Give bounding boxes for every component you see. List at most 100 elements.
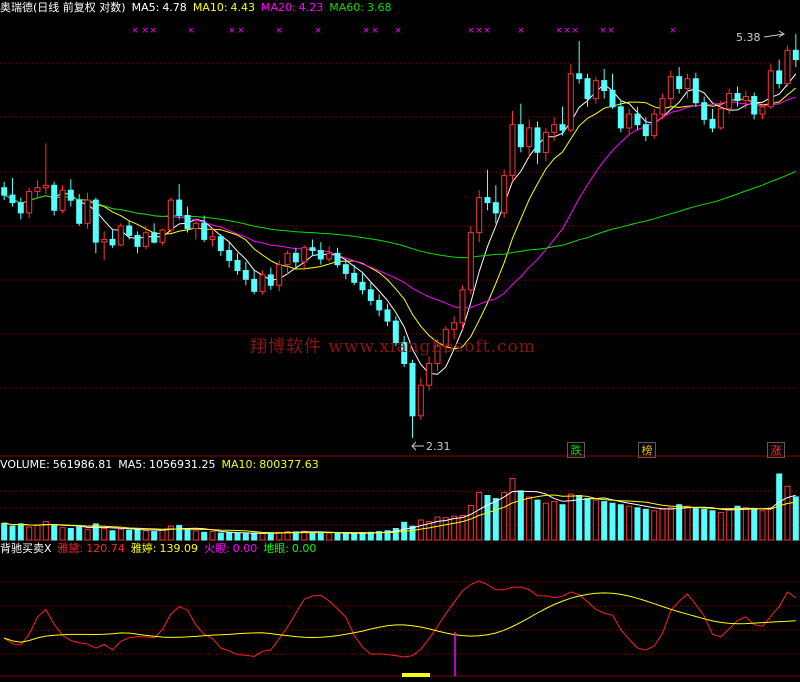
candle-down <box>576 73 583 80</box>
candle-down <box>634 113 641 126</box>
volume-bars <box>1 473 799 541</box>
volume-value: 561986.81 <box>52 458 113 471</box>
candle-up <box>42 184 49 189</box>
volume-bar-up <box>626 505 633 541</box>
candle-down <box>67 189 74 201</box>
candle-up <box>117 225 124 246</box>
volume-bar-down <box>351 532 358 541</box>
indicator-lines <box>3 580 797 677</box>
candle-down <box>267 274 274 286</box>
candle-up <box>209 236 216 240</box>
candle-down <box>709 118 716 129</box>
volume-bar-down <box>9 525 16 541</box>
volume-bar-down <box>76 526 83 541</box>
candle-up <box>276 264 283 286</box>
signal-marker: × <box>517 26 525 36</box>
candle-up <box>167 199 174 231</box>
signal-marker: × <box>475 26 483 36</box>
volume-bar-down <box>342 533 349 541</box>
signal-marker: × <box>131 26 139 36</box>
volume-bar-up <box>259 533 266 541</box>
candle-down <box>409 363 416 417</box>
main-legend: 奥瑞德(日线 前复权 对数) MA5: 4.78 MA10: 4.43 MA20: 4.23… <box>0 0 397 16</box>
volume-bar-down <box>359 532 366 541</box>
candle-up <box>726 93 733 110</box>
volume-ma10-label: MA10: <box>221 458 257 471</box>
candle-down <box>217 236 224 251</box>
signal-marker: × <box>563 26 571 36</box>
signal-marker: × <box>555 26 563 36</box>
candle-down <box>317 250 324 260</box>
candle-down <box>109 238 116 246</box>
volume-bar-down <box>151 531 158 541</box>
candle-down <box>242 270 249 280</box>
volume-bar-up <box>101 528 108 541</box>
candle-down <box>126 225 133 236</box>
candle-down <box>17 202 24 214</box>
candlesticks <box>1 34 799 438</box>
volume-bar-up <box>659 508 666 541</box>
tag-list: 榜 <box>638 442 656 458</box>
candle-up <box>501 175 508 214</box>
volume-bar-down <box>792 496 799 541</box>
volume-bar-down <box>642 508 649 541</box>
ma20-line <box>3 96 796 309</box>
candle-up <box>159 229 166 243</box>
tag-fall: 跌 <box>567 442 585 458</box>
candle-down <box>617 106 624 129</box>
volume-bar-down <box>584 498 591 541</box>
candle-up <box>326 252 333 260</box>
ma10-value: 4.43 <box>230 1 256 14</box>
candle-down <box>342 264 349 274</box>
candle-down <box>751 96 758 115</box>
volume-legend: VOLUME: 561986.81 MA5: 1056931.25 MA10: 80037… <box>0 457 325 473</box>
huoyan-value: 0.00 <box>232 542 258 555</box>
candle-up <box>301 247 308 263</box>
signal-marker: × <box>187 26 195 36</box>
volume-bar-up <box>651 510 658 541</box>
candle-down <box>601 80 608 91</box>
candle-down <box>492 202 499 214</box>
volume-bar-up <box>717 511 724 541</box>
high-price-arrow <box>763 30 785 38</box>
volume-bar-down <box>751 508 758 541</box>
volume-bar-up <box>784 485 791 541</box>
yating-label: 雅婷: <box>130 542 157 555</box>
candle-up <box>26 190 33 214</box>
volume-bar-up <box>684 505 691 541</box>
candle-up <box>426 363 433 386</box>
moving-average-lines <box>3 73 797 375</box>
candle-down <box>609 90 616 108</box>
volume-bar-up <box>59 527 66 541</box>
candle-down <box>334 252 341 266</box>
candle-up <box>284 252 291 266</box>
volume-bar-down <box>1 522 8 541</box>
volume-bar-down <box>617 504 624 541</box>
volume-ma5-label: MA5: <box>118 458 147 471</box>
volume-bar-down <box>17 523 24 541</box>
candle-up <box>476 197 483 234</box>
volume-bar-down <box>176 524 183 541</box>
yanian-value: 120.74 <box>86 542 125 555</box>
candle-down <box>201 222 208 240</box>
volume-ma10-value: 800377.63 <box>259 458 319 471</box>
candle-down <box>51 184 58 211</box>
volume-bar-up <box>459 514 466 541</box>
candle-down <box>351 272 358 283</box>
candle-down <box>701 102 708 120</box>
volume-bar-up <box>434 516 441 541</box>
candle-down <box>376 300 383 311</box>
volume-bar-up <box>726 508 733 541</box>
signal-marker: × <box>314 26 322 36</box>
volume-bar-down <box>676 504 683 541</box>
volume-bar-down <box>67 528 74 541</box>
signal-marker: × <box>149 26 157 36</box>
volume-bar-down <box>309 531 316 541</box>
volume-bar-up <box>592 499 599 541</box>
candle-down <box>367 289 374 301</box>
volume-bar-down <box>109 530 116 541</box>
candle-up <box>717 108 724 129</box>
candle-down <box>251 278 258 292</box>
candle-down <box>517 124 524 148</box>
candle-up <box>667 76 674 100</box>
